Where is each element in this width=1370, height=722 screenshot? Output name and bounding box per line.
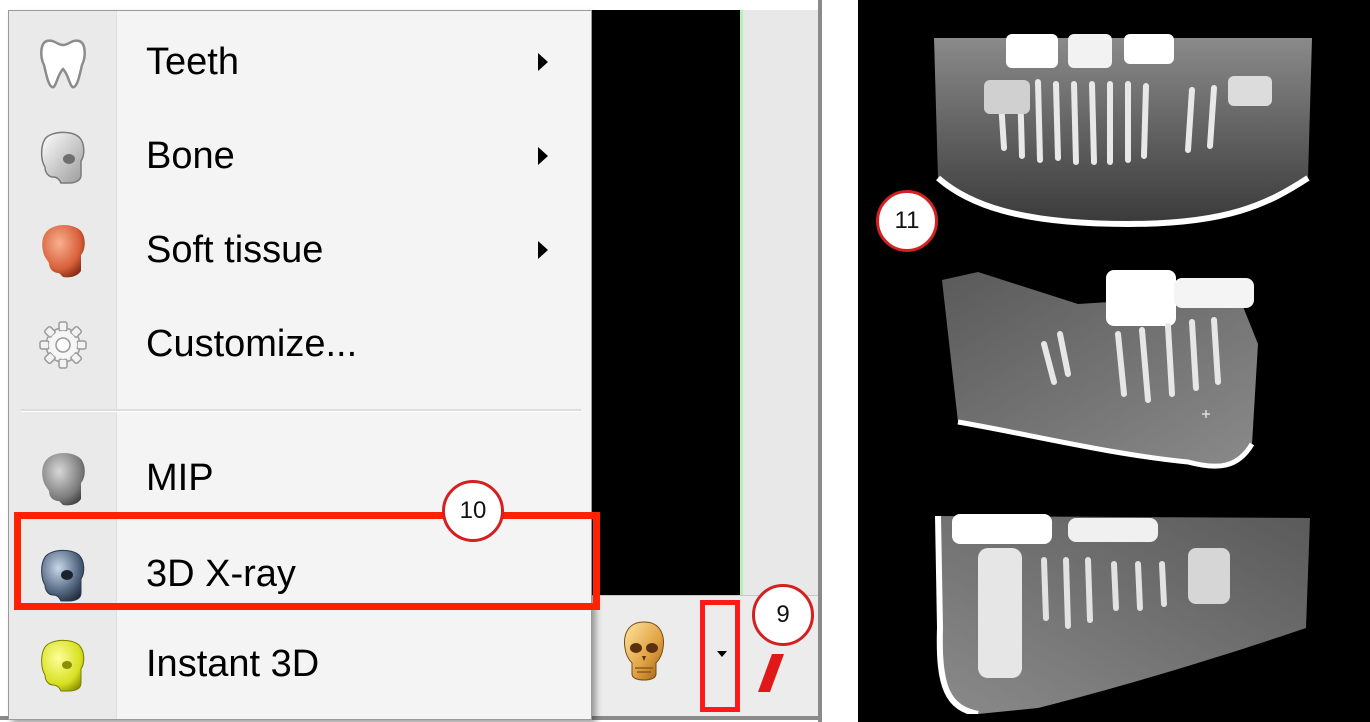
head-mip-icon — [37, 451, 89, 507]
submenu-arrow-icon — [538, 241, 548, 259]
viewport — [590, 10, 740, 595]
xray-view-lateral-right — [935, 514, 1310, 714]
xray-view-frontal — [934, 34, 1312, 228]
callout-badge-11: 11 — [876, 190, 938, 252]
render-mode-dropdown-button[interactable] — [700, 600, 740, 712]
red-marker-icon — [758, 654, 784, 692]
callout-badge-9: 9 — [752, 584, 814, 646]
skull-instant3d-icon — [37, 637, 89, 693]
head-soft-tissue-icon — [37, 223, 89, 279]
highlight-frame — [14, 512, 600, 610]
menu-item-label: Bone — [146, 135, 235, 177]
callout-badge-10: 10 — [442, 480, 504, 542]
xray-render-panel — [858, 0, 1370, 722]
tooth-icon — [37, 35, 89, 91]
submenu-arrow-icon — [538, 147, 548, 165]
skull-bone-icon — [37, 129, 89, 185]
menu-item-instant-3d[interactable]: Instant 3D — [9, 617, 591, 711]
panel-border — [818, 0, 822, 722]
menu-item-soft-tissue[interactable]: Soft tissue — [9, 203, 591, 297]
menu-item-bone[interactable]: Bone — [9, 109, 591, 203]
software-panel: Teeth Bone Soft tissue Customize... MIP … — [0, 0, 828, 722]
submenu-arrow-icon — [538, 53, 548, 71]
dropdown-caret-icon — [717, 651, 727, 657]
menu-item-label: Customize... — [146, 323, 358, 365]
gear-icon — [37, 317, 89, 373]
menu-item-label: MIP — [146, 457, 214, 499]
rendering-context-menu: Teeth Bone Soft tissue Customize... MIP … — [8, 10, 592, 720]
side-panel — [743, 10, 820, 595]
skull-render-icon[interactable] — [621, 620, 667, 682]
menu-item-label: Instant 3D — [146, 643, 320, 685]
menu-item-customize[interactable]: Customize... — [9, 297, 591, 391]
menu-item-label: Teeth — [146, 41, 239, 83]
tutorial-figure: Teeth Bone Soft tissue Customize... MIP … — [0, 0, 1370, 722]
menu-separator — [21, 409, 581, 412]
menu-item-label: Soft tissue — [146, 229, 324, 271]
xray-view-lateral-left — [942, 270, 1258, 469]
menu-item-teeth[interactable]: Teeth — [9, 15, 591, 109]
